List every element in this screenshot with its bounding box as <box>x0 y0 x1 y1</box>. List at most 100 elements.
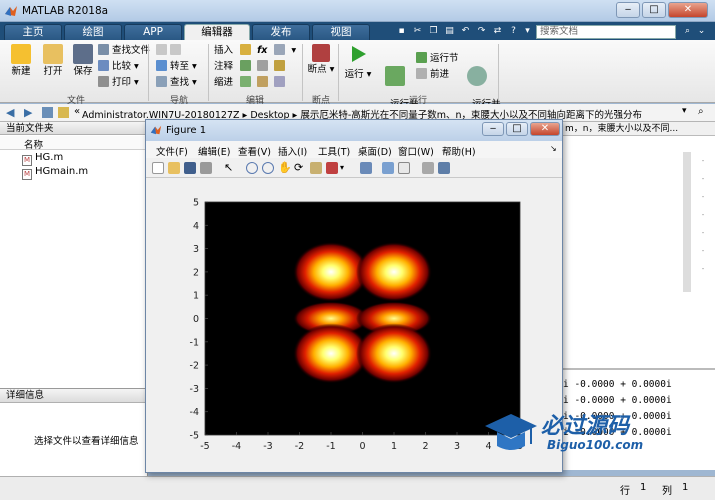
compare-button[interactable]: 比较 ▾ <box>98 60 139 73</box>
back-icon[interactable]: ◀ <box>6 106 14 119</box>
redo-quick-icon[interactable]: ↷ <box>476 26 487 37</box>
new-icon <box>11 44 31 64</box>
figure-minimize-button[interactable]: ‒ <box>482 122 504 136</box>
cut-quick-icon[interactable]: ✂ <box>412 26 423 37</box>
copy-quick-icon[interactable]: ❐ <box>428 26 439 37</box>
undo-quick-icon[interactable]: ↶ <box>460 26 471 37</box>
y-tick-label: -2 <box>190 361 199 372</box>
pointer-icon[interactable]: ↖ <box>224 162 236 174</box>
command-output-line: i -0.0000 + 0.0000i <box>563 379 672 390</box>
browse-folder-icon[interactable] <box>58 107 69 118</box>
search-icon[interactable]: ⌕ <box>682 26 693 37</box>
search-documentation-input[interactable]: 搜索文档 <box>536 25 676 39</box>
new-figure-icon[interactable] <box>152 162 164 174</box>
find-files-button[interactable]: 查找文件 <box>98 44 150 57</box>
find-icon <box>156 76 167 87</box>
tab-apps[interactable]: APP <box>124 24 182 40</box>
save-figure-icon[interactable] <box>184 162 196 174</box>
hide-plot-tools-icon[interactable] <box>422 162 434 174</box>
x-tick-label: -4 <box>232 441 241 452</box>
print-button[interactable]: 打印 ▾ <box>98 76 139 89</box>
graduation-cap-icon <box>485 414 537 450</box>
x-tick-label: 2 <box>422 441 428 452</box>
divider <box>338 44 339 101</box>
find-button[interactable]: 查找 ▾ <box>156 76 197 89</box>
menu-desktop[interactable]: 桌面(D) <box>358 144 392 158</box>
back-forward-nav[interactable] <box>156 44 184 57</box>
search-folder-icon[interactable]: ⌕ <box>698 106 704 117</box>
zoom-in-icon[interactable] <box>246 162 258 174</box>
print-figure-icon[interactable] <box>200 162 212 174</box>
menu-tools[interactable]: 工具(T) <box>318 144 350 158</box>
indent-button[interactable]: 缩进 <box>214 76 288 89</box>
insert-button[interactable]: 插入 fx ▾ <box>214 44 296 57</box>
uncomment-icon <box>257 60 269 71</box>
file-item-hg[interactable]: M HG.m <box>22 152 63 166</box>
pan-hand-icon[interactable]: ✋ <box>278 162 292 174</box>
link-plot-icon[interactable] <box>360 162 372 174</box>
tab-editor[interactable]: 编辑器 <box>184 24 250 40</box>
overflow-chevron-icon[interactable]: « <box>74 106 80 117</box>
menu-file[interactable]: 文件(F) <box>156 144 188 158</box>
row-value: 1 <box>640 482 647 493</box>
run-section-icon <box>416 52 427 63</box>
show-plot-tools-icon[interactable] <box>438 162 450 174</box>
comment-button[interactable]: 注释 <box>214 60 288 73</box>
address-dropdown-icon[interactable]: ▾ <box>682 106 687 116</box>
legend-icon[interactable] <box>398 162 410 174</box>
save-button[interactable]: 保存 <box>68 44 98 77</box>
minimize-button[interactable]: ‒ <box>616 2 640 18</box>
figure-close-button[interactable]: ✕ <box>530 122 560 136</box>
editor-scrollbar[interactable] <box>683 152 691 292</box>
brush-dropdown-icon[interactable]: ▾ <box>340 162 352 174</box>
y-tick-label: 3 <box>193 244 199 255</box>
data-cursor-icon[interactable] <box>310 162 322 174</box>
rotate-3d-icon[interactable]: ⟳ <box>294 162 306 174</box>
tab-home[interactable]: 主页 <box>4 24 62 40</box>
intensity-lobe <box>356 323 432 384</box>
brush-icon[interactable] <box>326 162 338 174</box>
menu-insert[interactable]: 插入(I) <box>278 144 307 158</box>
new-button[interactable]: 新建 <box>6 44 36 77</box>
x-tick-label: -5 <box>200 441 209 452</box>
open-button[interactable]: 打开 <box>38 44 68 77</box>
tab-publish[interactable]: 发布 <box>252 24 310 40</box>
run-section-button[interactable]: 运行节 <box>416 52 459 65</box>
breakpoints-button[interactable]: 断点 ▾ <box>306 44 336 75</box>
run-advance-icon <box>385 66 405 86</box>
quick-access-dropdown-icon[interactable]: ▾ <box>522 26 533 37</box>
maximize-button[interactable]: □ <box>642 2 666 18</box>
close-button[interactable]: ✕ <box>668 2 708 18</box>
run-button[interactable]: 运行 ▾ <box>344 44 372 80</box>
current-folder-panel: 当前文件夹 名称 M HG.m M HGmain.m 详细信息 选择文件以查看详细信… <box>0 122 148 500</box>
colorbar-icon[interactable] <box>382 162 394 174</box>
divider <box>561 368 715 370</box>
dock-arrow-icon[interactable]: ↘ <box>550 144 557 153</box>
name-column-header[interactable]: 名称 <box>24 137 43 151</box>
up-folder-icon[interactable] <box>42 107 53 118</box>
save-quick-icon[interactable]: ▪ <box>396 26 407 37</box>
help-quick-icon[interactable]: ? <box>508 26 519 37</box>
paste-quick-icon[interactable]: ▤ <box>444 26 455 37</box>
menu-edit[interactable]: 编辑(E) <box>198 144 230 158</box>
file-item-hgmain[interactable]: M HGmain.m <box>22 166 88 180</box>
tab-view[interactable]: 视图 <box>312 24 370 40</box>
current-folder-header: 当前文件夹 <box>0 122 147 135</box>
tab-plots[interactable]: 绘图 <box>64 24 122 40</box>
goto-button[interactable]: 转至 ▾ <box>156 60 197 73</box>
breakpoint-icon <box>312 44 330 62</box>
forward-icon[interactable]: ▶ <box>24 106 32 119</box>
figure-title-bar[interactable]: Figure 1 ‒ □ ✕ <box>146 120 562 141</box>
zoom-out-icon[interactable] <box>262 162 274 174</box>
figure-maximize-button[interactable]: □ <box>506 122 528 136</box>
switch-window-icon[interactable]: ⇄ <box>492 26 503 37</box>
menu-help[interactable]: 帮助(H) <box>442 144 476 158</box>
menu-window[interactable]: 窗口(W) <box>398 144 434 158</box>
col-label: 列 <box>662 486 672 497</box>
ribbon-collapse-icon[interactable]: ⌄ <box>696 26 707 37</box>
col-value: 1 <box>682 482 689 493</box>
menu-view[interactable]: 查看(V) <box>238 144 271 158</box>
editor-tab-title[interactable]: m，n，束腰大小以及不同... <box>561 122 715 136</box>
open-file-icon[interactable] <box>168 162 180 174</box>
advance-button[interactable]: 前进 <box>416 68 449 81</box>
